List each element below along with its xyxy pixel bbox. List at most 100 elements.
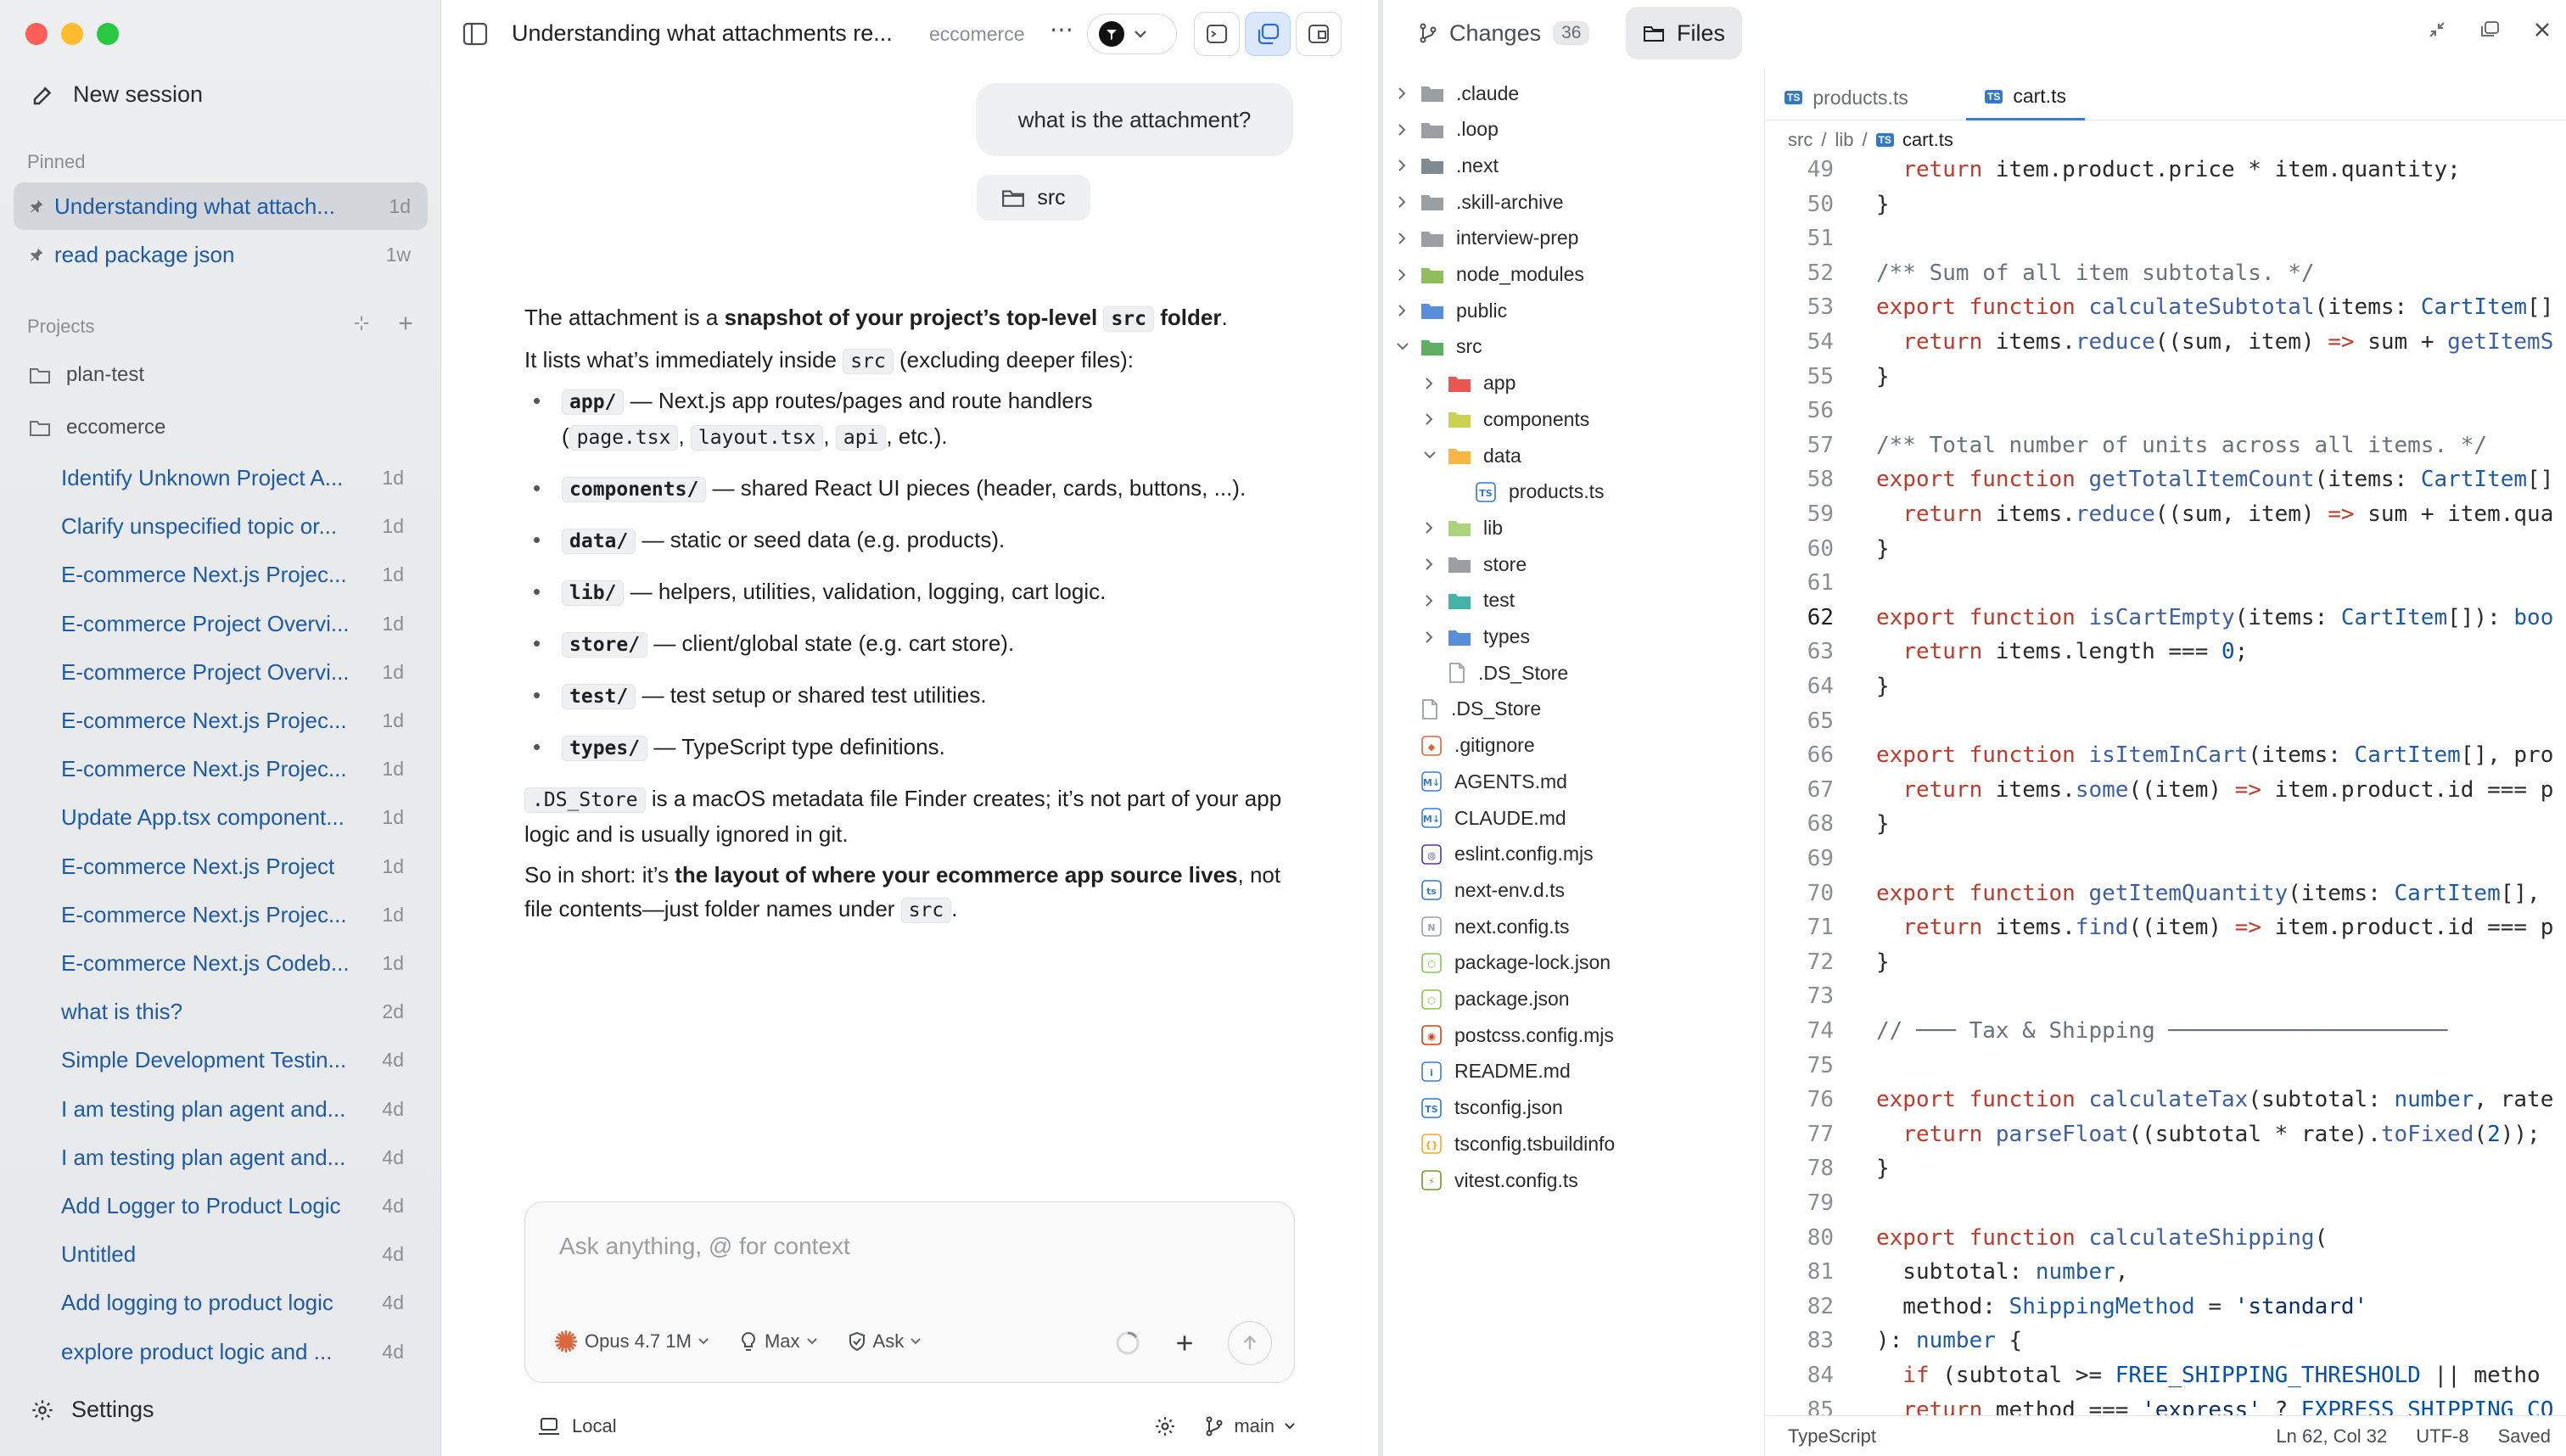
tree-folder[interactable]: test	[1420, 584, 1515, 618]
session-item[interactable]: I am testing plan agent and... 4d	[61, 1096, 404, 1123]
cursor-position[interactable]: Ln 62, Col 32	[2276, 1425, 2387, 1448]
breadcrumb-item[interactable]: src	[1788, 129, 1812, 151]
sidebar-toggle-icon[interactable]	[462, 22, 488, 46]
tree-file[interactable]: i README.md	[1412, 1055, 1571, 1089]
panel-toggle-button[interactable]	[1245, 12, 1291, 56]
tree-file[interactable]: ⬡ package.json	[1412, 983, 1570, 1016]
session-item[interactable]: Identify Unknown Project A... 1d	[61, 465, 404, 491]
tree-folder[interactable]: .skill-archive	[1393, 185, 1564, 219]
tree-folder[interactable]: public	[1393, 294, 1507, 328]
session-item[interactable]: Simple Development Testin... 4d	[61, 1047, 404, 1073]
typescript-icon: TS	[1985, 89, 2003, 104]
chevron-right-icon	[1393, 268, 1412, 281]
list-item-text: — Next.js app routes/pages and route han…	[624, 388, 1093, 413]
tree-folder[interactable]: types	[1420, 620, 1530, 654]
session-item[interactable]: E-commerce Project Overvi... 1d	[61, 611, 404, 637]
tree-folder[interactable]: components	[1420, 402, 1589, 436]
tree-folder[interactable]: data	[1420, 439, 1521, 473]
close-window-button[interactable]	[25, 23, 48, 45]
tree-folder[interactable]: node_modules	[1393, 258, 1584, 292]
tree-file[interactable]: ⚡ vitest.config.ts	[1412, 1163, 1578, 1197]
session-item[interactable]: what is this? 2d	[61, 999, 404, 1025]
tree-file[interactable]: {} tsconfig.tsbuildinfo	[1412, 1127, 1615, 1161]
settings-button[interactable]: Settings	[31, 1397, 154, 1423]
effort-selector[interactable]: Max	[739, 1330, 817, 1352]
tree-folder[interactable]: interview-prep	[1393, 221, 1578, 255]
mode-selector[interactable]: Ask	[848, 1330, 922, 1352]
add-project-icon[interactable]	[396, 314, 415, 333]
tree-file[interactable]: ◉ postcss.config.mjs	[1412, 1018, 1614, 1052]
session-item[interactable]: E-commerce Next.js Codeb... 1d	[61, 950, 404, 977]
tree-file[interactable]: M↓ CLAUDE.md	[1412, 801, 1566, 835]
message-input[interactable]: Ask anything, @ for context	[559, 1233, 850, 1260]
tree-file[interactable]: ◎ eslint.config.mjs	[1412, 837, 1594, 871]
tree-folder[interactable]: store	[1420, 547, 1527, 581]
session-item[interactable]: E-commerce Project Overvi... 1d	[61, 659, 404, 686]
session-item[interactable]: Clarify unspecified topic or... 1d	[61, 513, 404, 540]
tree-folder[interactable]: .next	[1393, 148, 1499, 182]
sidebar: New session Pinned Understanding what at…	[0, 0, 441, 1456]
branch-label[interactable]: main	[1234, 1415, 1275, 1437]
session-item[interactable]: E-commerce Next.js Projec... 1d	[61, 902, 404, 928]
line-number: 53	[1807, 294, 1834, 321]
tree-file[interactable]: TS tsconfig.json	[1412, 1091, 1563, 1125]
project-item[interactable]: eccomerce	[29, 416, 165, 440]
tree-file[interactable]: TS products.ts	[1466, 475, 1605, 509]
collapse-icon[interactable]	[2429, 20, 2446, 39]
close-icon[interactable]	[2534, 20, 2551, 39]
more-options-icon[interactable]: ⋯	[1050, 15, 1073, 43]
tree-file[interactable]: ts next-env.d.ts	[1412, 873, 1565, 907]
line-number: 75	[1807, 1052, 1834, 1078]
language-label[interactable]: TypeScript	[1788, 1425, 1876, 1448]
tree-file[interactable]: ⬡ package-lock.json	[1412, 946, 1611, 980]
popout-icon[interactable]	[2479, 20, 2500, 39]
tree-file[interactable]: Nnext.config.ts	[1412, 910, 1570, 944]
session-item[interactable]: I am testing plan agent and... 4d	[61, 1145, 404, 1171]
tab-files[interactable]: Files	[1626, 7, 1743, 59]
session-item[interactable]: E-commerce Next.js Projec... 1d	[61, 708, 404, 734]
tree-folder[interactable]: .loop	[1393, 113, 1499, 147]
editor-tab[interactable]: TS products.ts	[1766, 75, 1927, 120]
code-area[interactable]: 49 return item.product.price * item.quan…	[1766, 160, 2566, 1415]
tree-file[interactable]: ◆ .gitignore	[1412, 729, 1535, 763]
terminal-button[interactable]	[1194, 12, 1240, 56]
session-item[interactable]: E-commerce Next.js Projec... 1d	[61, 562, 404, 588]
tree-folder[interactable]: .claude	[1393, 76, 1519, 110]
agent-selector[interactable]	[1087, 14, 1177, 54]
session-item[interactable]: Add logging to product logic 4d	[61, 1290, 404, 1316]
project-item[interactable]: plan-test	[29, 363, 144, 387]
tree-folder[interactable]: app	[1420, 367, 1516, 400]
pinned-session-item[interactable]: read package json 1w	[14, 231, 428, 278]
location-label[interactable]: Local	[572, 1415, 617, 1437]
session-item[interactable]: Update App.tsx component... 1d	[61, 804, 404, 831]
context-usage-icon[interactable]	[1114, 1330, 1141, 1357]
sparkle-icon[interactable]	[352, 314, 371, 333]
session-item[interactable]: E-commerce Next.js Projec... 1d	[61, 756, 404, 782]
tree-folder[interactable]: lib	[1420, 511, 1503, 545]
model-selector[interactable]: Opus 4.7 1M	[554, 1330, 709, 1353]
split-view-button[interactable]	[1296, 12, 1342, 56]
send-button[interactable]	[1228, 1321, 1272, 1365]
tree-file[interactable]: .DS_Store	[1412, 692, 1541, 726]
tree-folder[interactable]: src	[1393, 330, 1482, 364]
add-attachment-icon[interactable]	[1174, 1332, 1196, 1354]
code-text: if (subtotal >= FREE_SHIPPING_THRESHOLD …	[1902, 1363, 2541, 1388]
editor-tab[interactable]: TS cart.ts	[1966, 75, 2085, 120]
breadcrumb-item[interactable]: cart.ts	[1902, 129, 1953, 151]
breadcrumb-item[interactable]: lib	[1835, 129, 1853, 151]
tree-item-label: components	[1483, 407, 1590, 430]
gear-icon[interactable]	[1154, 1415, 1176, 1437]
minimize-window-button[interactable]	[61, 23, 83, 45]
tree-file[interactable]: .DS_Store	[1439, 656, 1568, 690]
new-session-button[interactable]: New session	[31, 81, 203, 108]
session-item[interactable]: explore product logic and ... 4d	[61, 1339, 404, 1365]
tree-file[interactable]: M↓ AGENTS.md	[1412, 764, 1567, 798]
maximize-window-button[interactable]	[97, 23, 119, 45]
encoding-label[interactable]: UTF-8	[2416, 1425, 2468, 1448]
session-item[interactable]: Add Logger to Product Logic 4d	[61, 1193, 404, 1219]
session-item[interactable]: Untitled 4d	[61, 1241, 404, 1268]
session-item[interactable]: E-commerce Next.js Project 1d	[61, 854, 404, 880]
tab-changes[interactable]: Changes 36	[1402, 7, 1606, 59]
pinned-session-item[interactable]: Understanding what attach... 1d	[14, 182, 428, 230]
attachment-chip[interactable]: src	[977, 175, 1090, 221]
